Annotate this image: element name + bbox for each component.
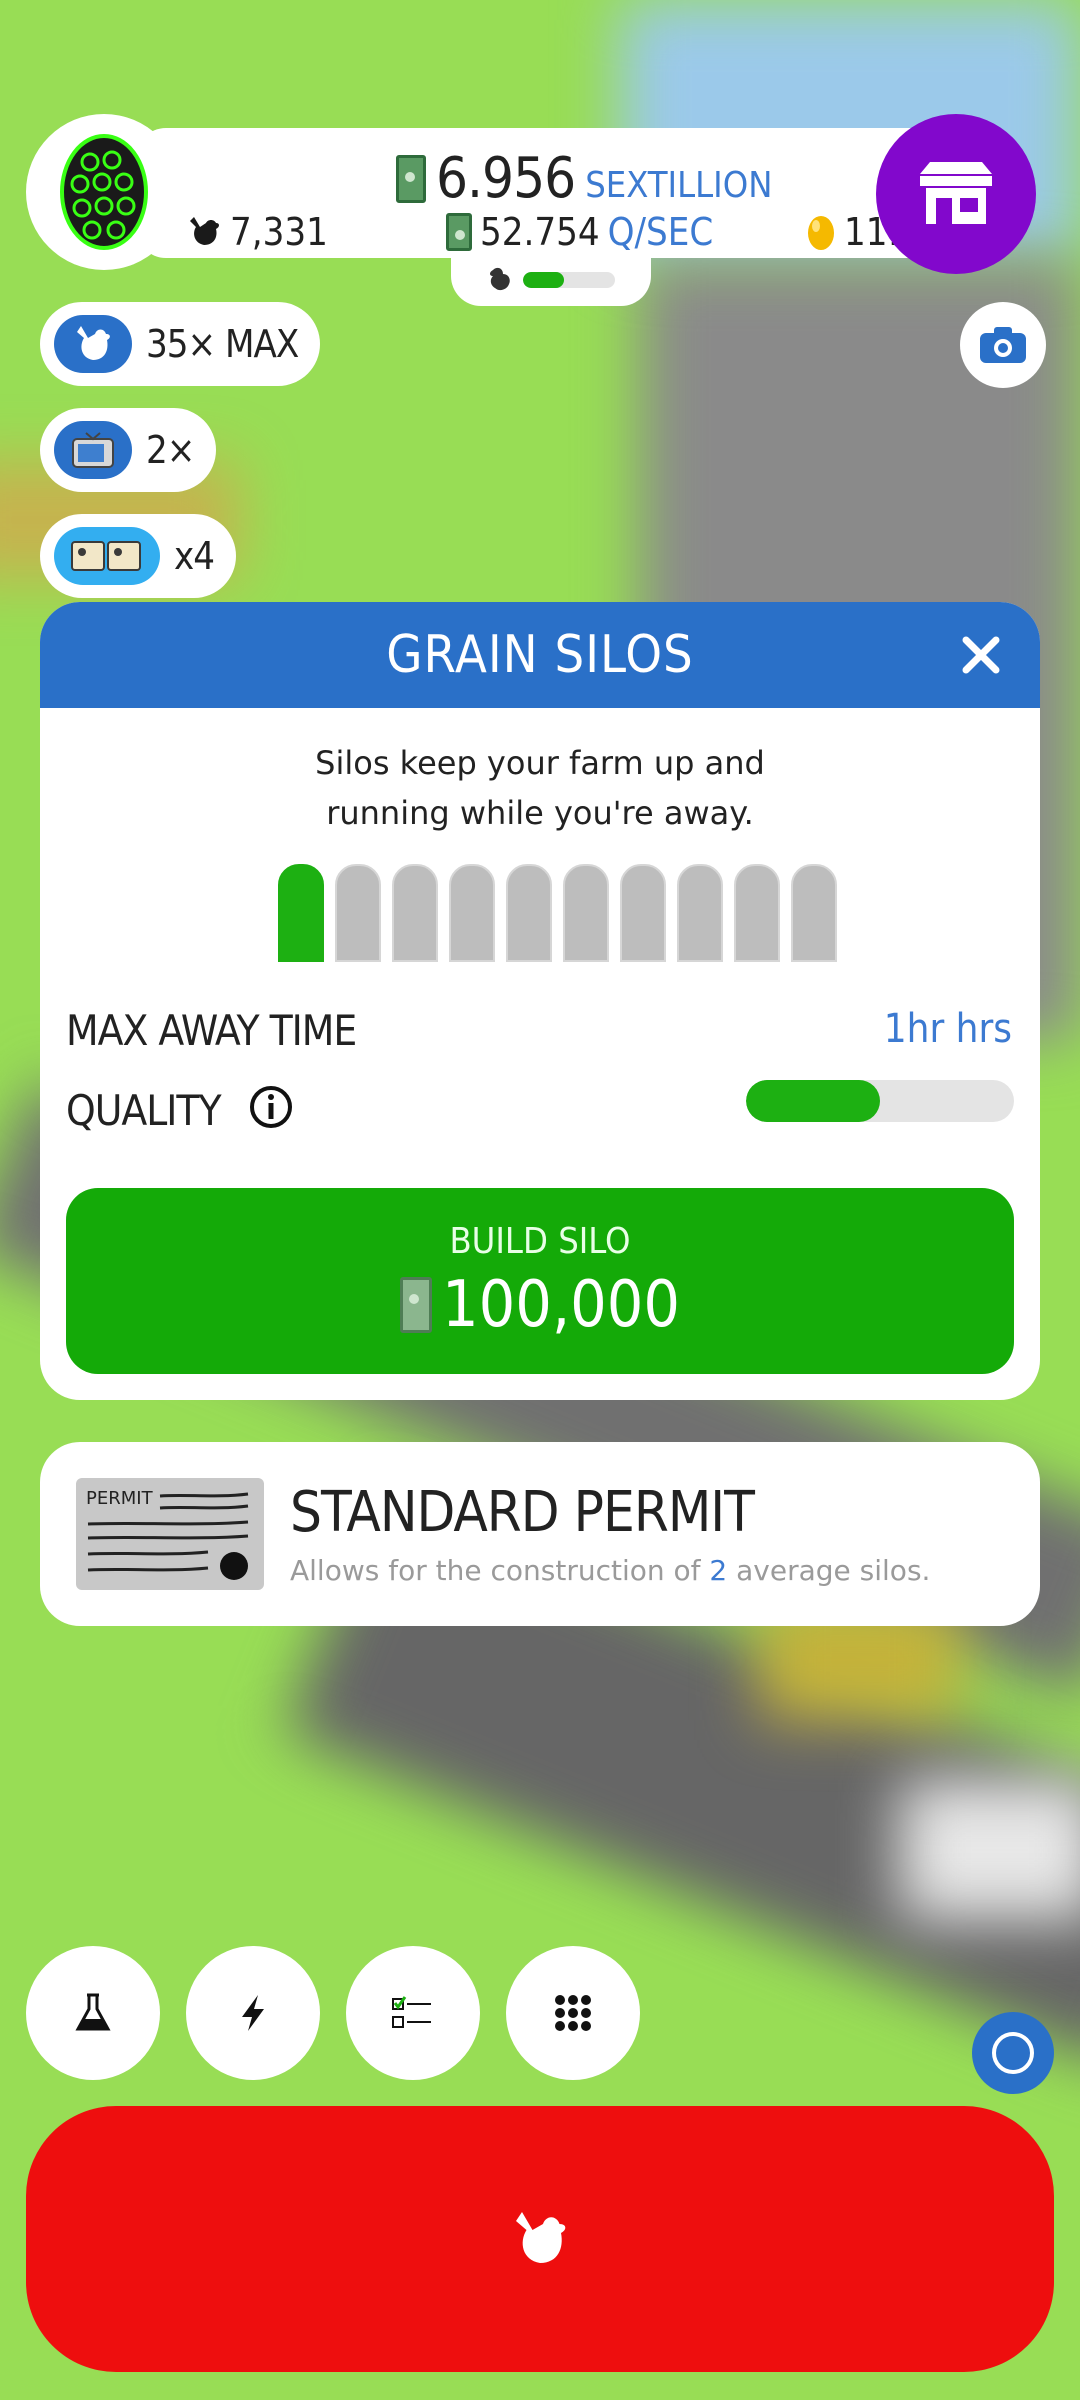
checklist-icon: [392, 1996, 431, 2028]
rate-value: 52.754: [480, 210, 600, 254]
info-icon[interactable]: [248, 1084, 294, 1130]
shop-icon: [920, 162, 992, 224]
overlay-toggle-button[interactable]: [972, 2012, 1054, 2094]
egg-badge[interactable]: [26, 114, 182, 270]
habitat-progress: [451, 254, 651, 306]
menu-button[interactable]: [506, 1946, 640, 2080]
boost-cards-icon: [71, 541, 141, 571]
hatch-chicken-button[interactable]: [26, 2106, 1054, 2372]
boost-cards[interactable]: x4: [40, 514, 236, 598]
cash-icon: [399, 1276, 432, 1333]
silo-empty: [563, 864, 609, 962]
silo-empty: [335, 864, 381, 962]
build-silo-button[interactable]: BUILD SILO 100,000: [66, 1188, 1014, 1374]
permit-desc-number: 2: [709, 1554, 728, 1587]
earning-rate: 52.754 Q/SEC: [446, 210, 713, 254]
ring-icon: [992, 2032, 1034, 2074]
chick-icon: [490, 267, 510, 291]
boost-label: 35× MAX: [146, 322, 299, 366]
dialog-description: Silos keep your farm up and running whil…: [315, 744, 765, 832]
money-value: 6.956: [436, 146, 576, 211]
dialog-header: GRAIN SILOS: [40, 602, 1040, 708]
research-button[interactable]: [26, 1946, 160, 2080]
shop-button[interactable]: [876, 114, 1036, 274]
camera-button[interactable]: [960, 302, 1046, 388]
boost-cards-icon: [54, 527, 160, 585]
tv-icon: [54, 421, 132, 479]
permit-desc-suffix: average silos.: [727, 1554, 931, 1587]
permit-description: Allows for the construction of 2 average…: [290, 1554, 930, 1587]
quality-bar: [746, 1080, 1014, 1122]
chicken-count: 7,331: [186, 210, 328, 254]
lightning-icon: [242, 1995, 264, 2031]
boost-label: x4: [174, 534, 215, 578]
permit-desc-prefix: Allows for the construction of: [290, 1554, 710, 1587]
money-unit: SEXTILLION: [585, 165, 773, 206]
golden-egg-icon: [808, 216, 834, 250]
grid-menu-icon: [555, 1995, 591, 2031]
cash-icon: [396, 155, 426, 203]
chicken-icon: [516, 2212, 566, 2263]
chicken-icon: [190, 217, 219, 245]
chicken-count-value: 7,331: [230, 210, 328, 254]
cash-icon: [446, 213, 472, 251]
permit-lines-icon: [87, 1492, 249, 1580]
boosts-button[interactable]: [186, 1946, 320, 2080]
close-icon[interactable]: [956, 630, 1006, 680]
silo-empty: [392, 864, 438, 962]
boost-video-doubler[interactable]: 2×: [40, 408, 217, 492]
silo-empty: [677, 864, 723, 962]
resource-hud: 6.956 SEXTILLION 7,331 52.754 Q/SEC 111: [26, 114, 1036, 306]
build-silo-price: 100,000: [399, 1267, 681, 1342]
chicken-boost-icon: [54, 315, 132, 373]
silo-empty: [734, 864, 780, 962]
flask-icon: [75, 1993, 111, 2031]
standard-permit-card[interactable]: PERMIT STANDARD PERMIT Allows for the co…: [40, 1442, 1040, 1626]
boost-label: 2×: [146, 428, 195, 472]
max-away-label: MAX AWAY TIME: [66, 1006, 357, 1055]
silo-empty: [449, 864, 495, 962]
tv-icon: [72, 432, 114, 468]
quality-label: QUALITY: [66, 1086, 222, 1135]
silo-empty: [506, 864, 552, 962]
habitat-progress-fill: [523, 272, 565, 288]
egg-icon: [60, 134, 148, 250]
missions-button[interactable]: [346, 1946, 480, 2080]
boost-chicken-max[interactable]: 35× MAX: [40, 302, 321, 386]
build-silo-label: BUILD SILO: [449, 1220, 631, 1262]
quality-bar-fill: [746, 1080, 880, 1122]
build-silo-price-value: 100,000: [441, 1267, 681, 1342]
silo-empty: [791, 864, 837, 962]
permit-icon: PERMIT: [76, 1478, 264, 1590]
chicken-icon: [77, 326, 110, 360]
silo-empty: [620, 864, 666, 962]
grain-silos-dialog: GRAIN SILOS Silos keep your farm up and …: [40, 602, 1040, 1400]
silo-built: [278, 864, 324, 962]
max-away-value: 1hr hrs: [883, 1006, 1012, 1052]
dialog-title: GRAIN SILOS: [386, 625, 694, 685]
rate-unit: Q/SEC: [607, 210, 714, 254]
camera-icon: [980, 327, 1026, 363]
permit-title: STANDARD PERMIT: [290, 1480, 755, 1545]
habitat-progress-bar: [523, 272, 615, 288]
money-display: 6.956 SEXTILLION: [396, 146, 773, 211]
silo-indicator-row: [278, 864, 837, 962]
